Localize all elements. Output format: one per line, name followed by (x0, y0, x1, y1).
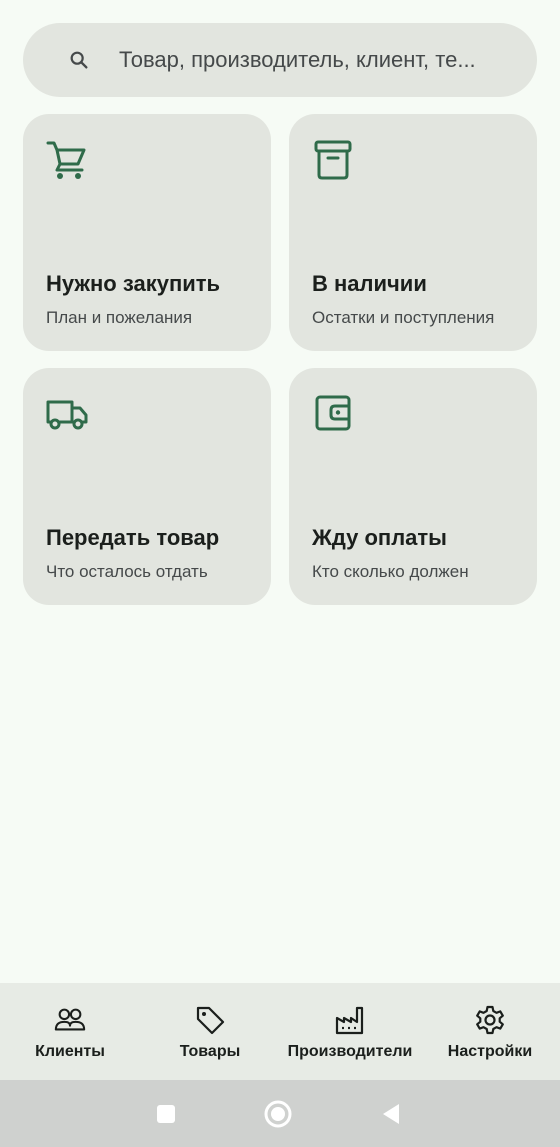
nav-label: Настройки (447, 1043, 533, 1060)
search-bar[interactable] (23, 23, 537, 97)
card-in-stock[interactable]: В наличии Остатки и поступления (289, 114, 537, 351)
factory-icon (334, 1004, 366, 1036)
nav-item-clients[interactable]: Клиенты (0, 983, 140, 1080)
card-subtitle: Что осталось отдать (46, 562, 208, 581)
wallet-icon (311, 392, 355, 436)
nav-item-products[interactable]: Товары (140, 983, 280, 1080)
nav-item-settings[interactable]: Настройки (420, 983, 560, 1080)
back-triangle-icon[interactable] (374, 1097, 408, 1131)
card-need-to-buy[interactable]: Нужно закупить План и пожелания (23, 114, 271, 351)
card-title: Жду оплаты (312, 525, 447, 550)
truck-icon (45, 392, 89, 436)
nav-item-manufacturers[interactable]: Производители (280, 983, 420, 1080)
search-input[interactable] (119, 47, 531, 73)
people-icon (54, 1004, 86, 1036)
cart-icon (45, 138, 89, 182)
card-title: Передать товар (46, 525, 220, 550)
gear-icon (474, 1004, 506, 1036)
bottom-navigation: Клиенты Товары Производители Настройки (0, 983, 560, 1080)
card-subtitle: Остатки и поступления (312, 308, 495, 327)
recents-square-icon[interactable] (149, 1097, 183, 1131)
archive-box-icon (311, 138, 355, 182)
card-awaiting-payment[interactable]: Жду оплаты Кто сколько должен (289, 368, 537, 605)
card-subtitle: План и пожелания (46, 308, 193, 327)
nav-label: Производители (287, 1043, 413, 1060)
home-circle-icon[interactable] (261, 1097, 295, 1131)
card-deliver-goods[interactable]: Передать товар Что осталось отдать (23, 368, 271, 605)
nav-label: Клиенты (35, 1043, 105, 1060)
search-icon (67, 48, 91, 72)
system-navigation-bar (0, 1080, 560, 1147)
nav-label: Товары (179, 1043, 241, 1060)
card-title: Нужно закупить (46, 271, 221, 296)
tag-icon (194, 1004, 226, 1036)
card-title: В наличии (312, 271, 427, 296)
card-subtitle: Кто сколько должен (312, 562, 469, 581)
